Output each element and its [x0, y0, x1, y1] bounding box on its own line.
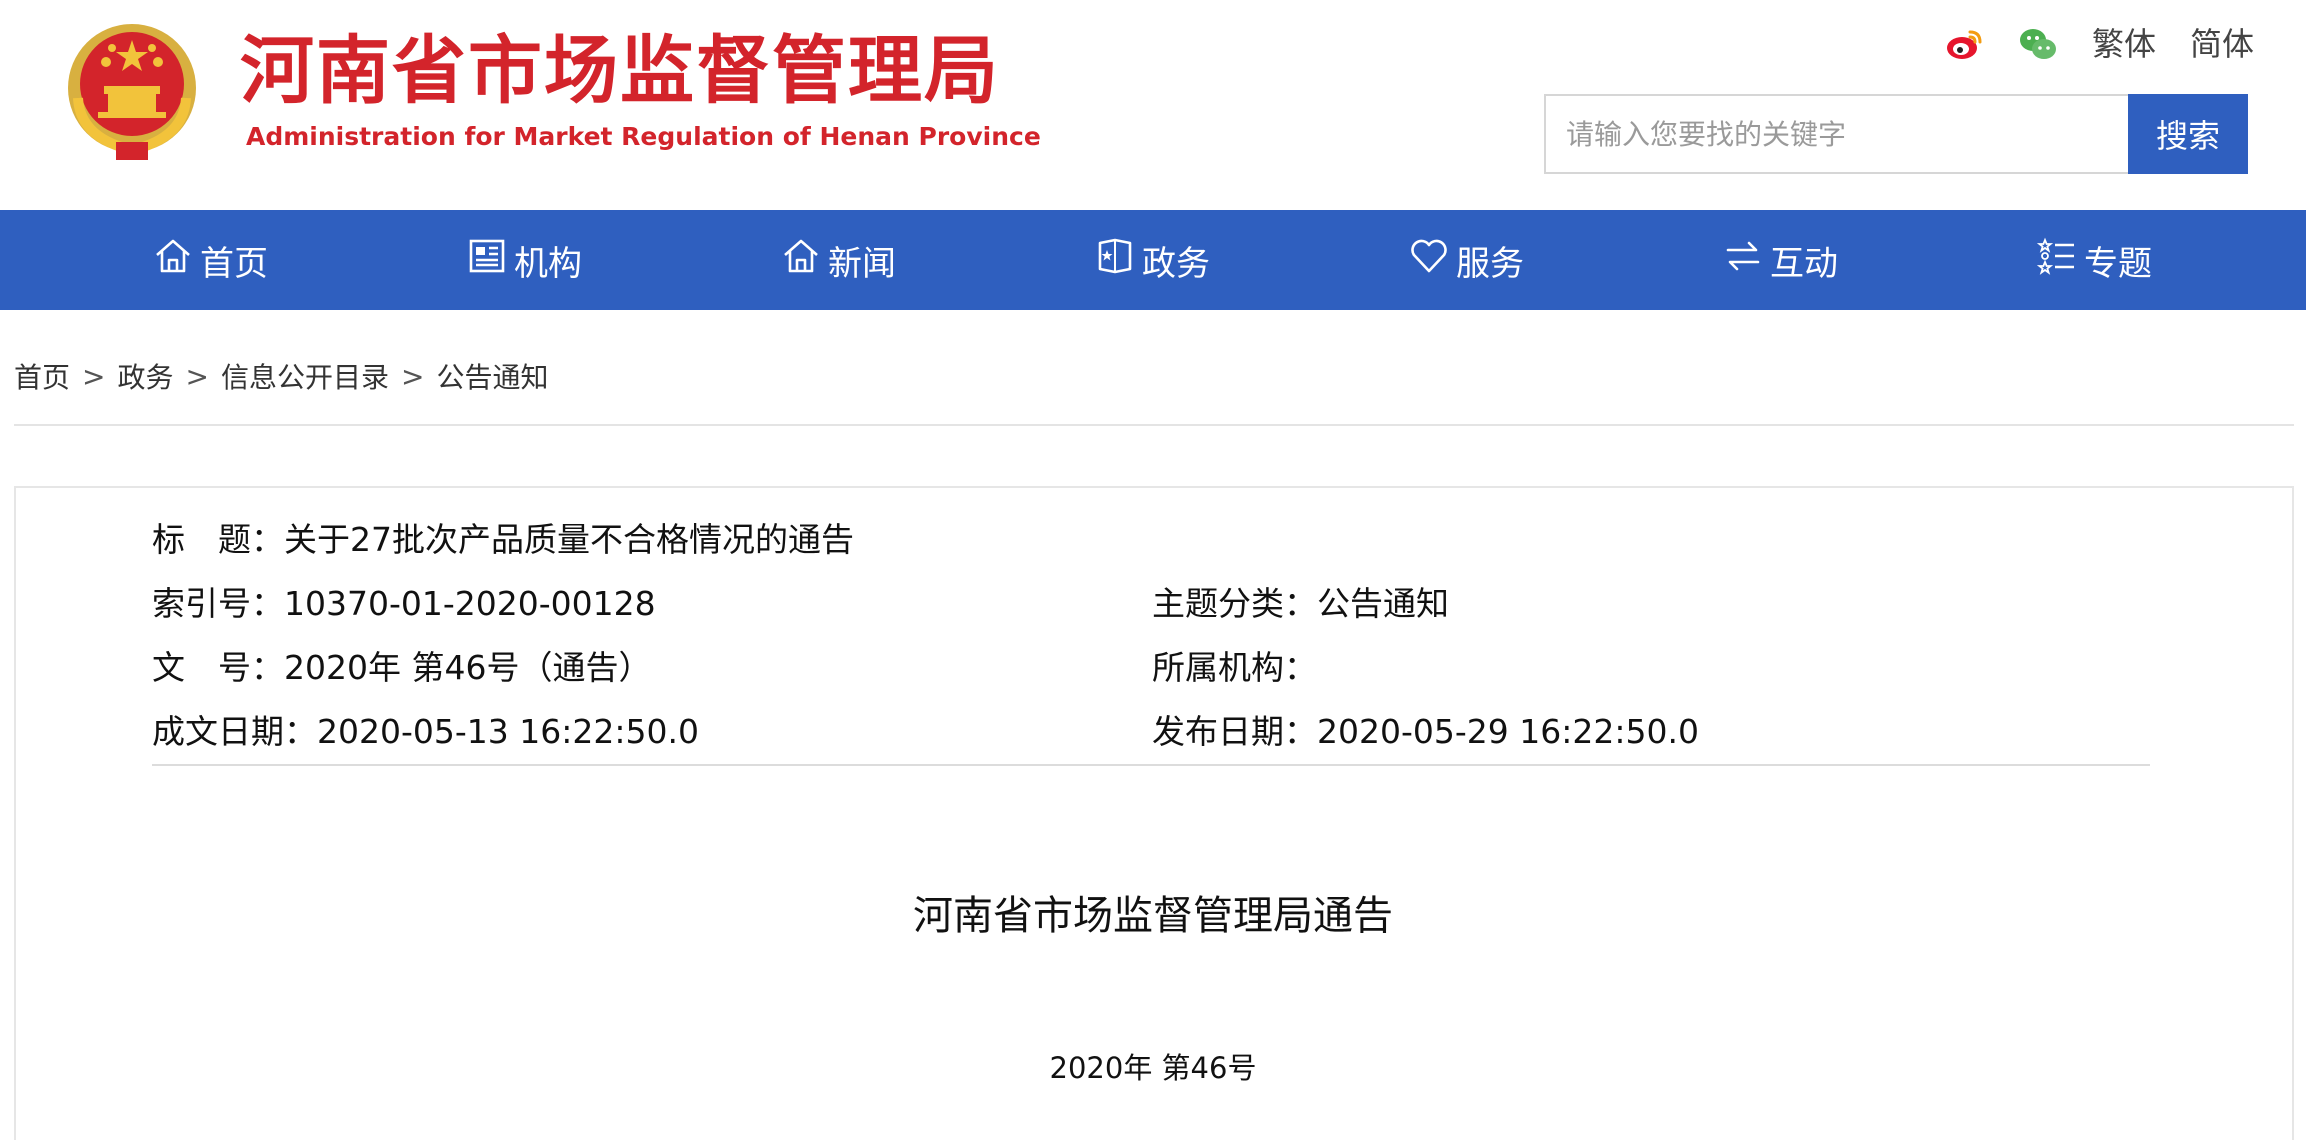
nav-item-services[interactable]: 服务	[1408, 210, 1524, 310]
meta-title-label: 标 题：	[152, 520, 284, 559]
meta-divider	[152, 764, 2150, 766]
meta-title: 标 题：关于27批次产品质量不合格情况的通告	[152, 518, 854, 562]
meta-published-label: 发布日期：	[1152, 712, 1317, 751]
site-header: 河南省市场监督管理局 Administration for Market Reg…	[0, 0, 2306, 210]
nav-item-label: 首页	[200, 243, 268, 284]
traditional-chinese-link[interactable]: 繁体	[2092, 24, 2156, 64]
document-heading: 河南省市场监督管理局通告	[913, 893, 1393, 939]
document-number: 2020年 第46号	[1049, 1051, 1257, 1085]
meta-organization-label: 所属机构：	[1152, 648, 1317, 687]
meta-doc-number-value: 2020年 第46号（通告）	[284, 648, 652, 687]
heart-icon	[1408, 235, 1450, 286]
meta-category: 主题分类：公告通知	[1152, 582, 1449, 626]
home-icon	[152, 235, 194, 286]
breadcrumb-info-directory[interactable]: 信息公开目录	[221, 356, 389, 396]
government-affairs-icon	[1094, 235, 1136, 286]
meta-title-value: 关于27批次产品质量不合格情况的通告	[284, 520, 854, 559]
top-links: 繁体 简体	[1944, 20, 2254, 68]
meta-index-label: 索引号：	[152, 584, 284, 623]
nav-item-interaction[interactable]: 互动	[1722, 210, 1838, 310]
meta-organization: 所属机构：	[1152, 646, 1317, 690]
meta-published-value: 2020-05-29 16:22:50.0	[1317, 712, 1699, 751]
breadcrumb-divider	[14, 424, 2294, 426]
nav-item-label: 政务	[1142, 243, 1210, 284]
meta-published-date: 发布日期：2020-05-29 16:22:50.0	[1152, 710, 1699, 754]
breadcrumb-separator: >	[400, 359, 425, 393]
breadcrumb: 首页 > 政务 > 信息公开目录 > 公告通知	[14, 356, 548, 396]
meta-doc-number-label: 文 号：	[152, 648, 284, 687]
nav-item-label: 互动	[1770, 243, 1838, 284]
meta-category-label: 主题分类：	[1152, 584, 1317, 623]
nav-item-government-affairs[interactable]: 政务	[1094, 210, 1210, 310]
search-button[interactable]: 搜索	[2128, 94, 2248, 174]
nav-item-organization[interactable]: 机构	[466, 210, 582, 310]
breadcrumb-government-affairs[interactable]: 政务	[117, 356, 173, 396]
national-emblem-logo[interactable]	[60, 18, 204, 164]
topics-list-icon	[2036, 235, 2078, 286]
site-subtitle: Administration for Market Regulation of …	[246, 122, 1041, 151]
meta-created-label: 成文日期：	[152, 712, 317, 751]
breadcrumb-home[interactable]: 首页	[14, 356, 70, 396]
nav-item-label: 机构	[514, 243, 582, 284]
search-input[interactable]	[1544, 94, 2128, 174]
meta-created-value: 2020-05-13 16:22:50.0	[317, 712, 699, 751]
exchange-arrows-icon	[1722, 235, 1764, 286]
meta-created-date: 成文日期：2020-05-13 16:22:50.0	[152, 710, 699, 754]
nav-item-news[interactable]: 新闻	[780, 210, 896, 310]
meta-index: 索引号：10370-01-2020-00128	[152, 582, 656, 626]
nav-item-home[interactable]: 首页	[152, 210, 268, 310]
meta-index-value: 10370-01-2020-00128	[284, 584, 656, 623]
meta-doc-number: 文 号：2020年 第46号（通告）	[152, 646, 651, 690]
weibo-icon[interactable]	[1944, 24, 1984, 64]
breadcrumb-announcements[interactable]: 公告通知	[436, 356, 548, 396]
wechat-icon[interactable]	[2018, 24, 2058, 64]
meta-category-value: 公告通知	[1317, 584, 1449, 623]
organization-icon	[466, 235, 508, 286]
nav-item-label: 新闻	[828, 243, 896, 284]
breadcrumb-separator: >	[82, 359, 106, 393]
search-box: 搜索	[1544, 94, 2248, 174]
main-nav: 首页 机构 新闻 政务 服务 互动 专题	[0, 210, 2306, 310]
site-title: 河南省市场监督管理局	[240, 28, 1000, 114]
nav-item-label: 专题	[2084, 243, 2152, 284]
breadcrumb-separator: >	[185, 359, 209, 393]
nav-item-label: 服务	[1456, 243, 1524, 284]
news-icon	[780, 235, 822, 286]
nav-item-topics[interactable]: 专题	[2036, 210, 2152, 310]
simplified-chinese-link[interactable]: 简体	[2190, 24, 2254, 64]
